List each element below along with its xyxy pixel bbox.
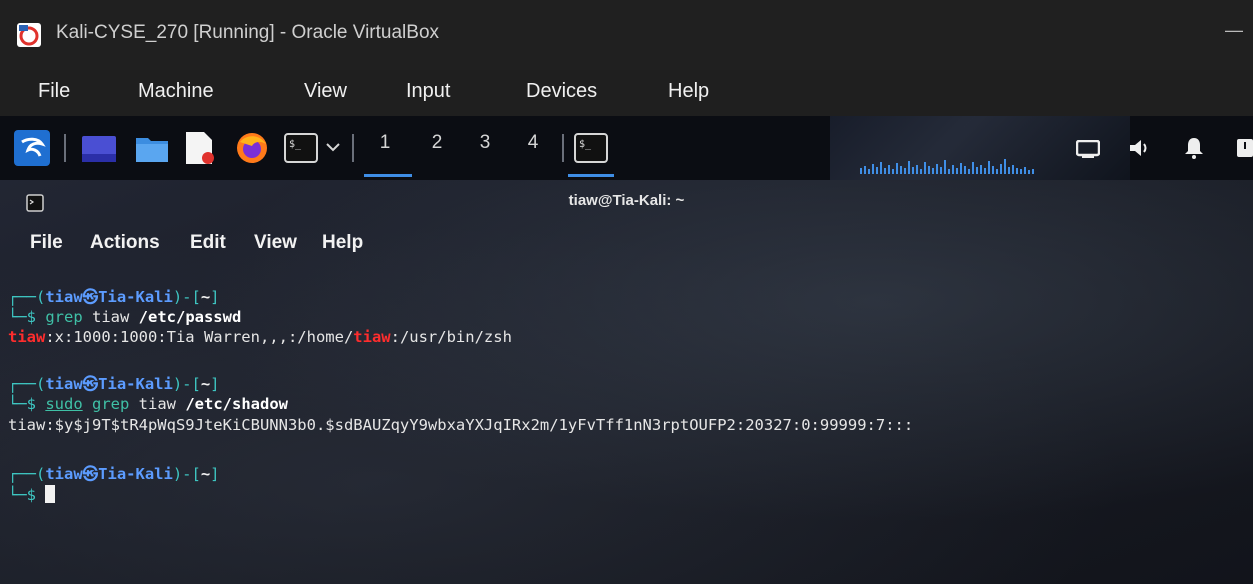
file-manager-icon[interactable] [136, 134, 168, 162]
output-line: tiaw:$y$j9T$tR4pWqS9JteKiCBUNN3b0.$sdBAU… [8, 416, 914, 434]
workspace-3[interactable]: 3 [470, 132, 500, 154]
task-active-indicator [568, 174, 614, 177]
command-line: └─$ sudo grep tiaw /etc/shadow [8, 395, 288, 414]
text-cursor [45, 485, 56, 503]
prompt-frame: ┌──( [8, 375, 46, 393]
firefox-icon[interactable] [236, 132, 268, 164]
menu-input[interactable]: Input [406, 80, 450, 103]
prompt-line: ┌──(tiaw㉿Tia-Kali)-[~] [8, 465, 220, 484]
dropdown-icon[interactable] [326, 142, 340, 152]
workspace-1[interactable]: 1 [370, 132, 400, 154]
terminal-titlebar: tiaw@Tia-Kali: ~ [0, 180, 1253, 226]
svg-text:$_: $_ [289, 139, 302, 150]
panel-separator [64, 134, 66, 162]
prompt-host: Tia-Kali [98, 465, 173, 483]
command-args: tiaw [82, 308, 139, 326]
virtualbox-logo-icon [17, 23, 41, 47]
prompt-arrow: └─$ [8, 308, 46, 326]
panel-separator [562, 134, 564, 162]
prompt-dir: ~ [200, 288, 211, 306]
workspace-2[interactable]: 2 [422, 132, 452, 154]
command-args: tiaw [129, 395, 186, 413]
prompt-at-symbol: ㉿ [82, 375, 99, 393]
window-title: Kali-CYSE_270 [Running] - Oracle Virtual… [56, 22, 440, 43]
terminal-menu-actions[interactable]: Actions [90, 232, 160, 254]
command-target: /etc/shadow [185, 395, 288, 413]
cpu-graph-icon [860, 159, 1034, 174]
command-sudo: sudo [45, 395, 83, 413]
terminal-menu-view[interactable]: View [254, 232, 297, 254]
terminal-window: tiaw@Tia-Kali: ~ File Actions Edit View … [0, 180, 1253, 584]
output-text: :x:1000:1000:Tia Warren,,,:/home/ [45, 328, 354, 346]
prompt-frame: )-[ [172, 375, 201, 393]
volume-icon[interactable] [1128, 138, 1152, 158]
command-program: grep [45, 308, 83, 326]
terminal-icon[interactable]: $_ [284, 133, 318, 163]
terminal-menu-file[interactable]: File [30, 232, 63, 254]
workspace-active-indicator [364, 174, 412, 177]
desktop-icon[interactable] [82, 136, 116, 162]
prompt-at-symbol: ㉿ [82, 465, 99, 483]
grep-match: tiaw [353, 328, 391, 346]
kali-menu-icon[interactable] [14, 130, 50, 166]
output-text: :/usr/bin/zsh [390, 328, 512, 346]
terminal-task-icon[interactable]: $_ [574, 133, 608, 163]
prompt-arrow: └─$ [8, 395, 46, 413]
prompt-line: ┌──(tiaw㉿Tia-Kali)-[~] [8, 288, 220, 307]
prompt-dir: ~ [200, 465, 211, 483]
text-editor-icon[interactable] [186, 132, 216, 164]
menu-machine[interactable]: Machine [138, 80, 214, 103]
vbox-titlebar: Kali-CYSE_270 [Running] - Oracle Virtual… [0, 0, 1253, 70]
power-icon[interactable] [1236, 137, 1253, 159]
svg-text:$_: $_ [579, 139, 592, 150]
terminal-menubar: File Actions Edit View Help [0, 226, 1253, 262]
command-program: grep [92, 395, 130, 413]
prompt-frame: ┌──( [8, 288, 46, 306]
minimize-button[interactable]: — [1225, 20, 1243, 41]
terminal-output[interactable]: ┌──(tiaw㉿Tia-Kali)-[~] └─$ grep tiaw /et… [8, 288, 1248, 573]
menu-help[interactable]: Help [668, 80, 709, 103]
prompt-user: tiaw [45, 375, 83, 393]
prompt-frame: )-[ [172, 465, 201, 483]
prompt-line: ┌──(tiaw㉿Tia-Kali)-[~] [8, 375, 220, 394]
prompt-arrow: └─$ [8, 486, 46, 504]
menu-view[interactable]: View [304, 80, 347, 103]
workspace-4[interactable]: 4 [518, 132, 548, 154]
output-line: tiaw:x:1000:1000:Tia Warren,,,:/home/tia… [8, 328, 512, 347]
kali-panel: $_ 1 2 3 4 $_ [0, 116, 1253, 180]
notification-bell-icon[interactable] [1184, 137, 1204, 159]
command-target: /etc/passwd [138, 308, 242, 326]
prompt-host: Tia-Kali [98, 288, 173, 306]
prompt-frame: )-[ [172, 288, 201, 306]
panel-separator [352, 134, 354, 162]
prompt-frame: ] [210, 375, 220, 393]
vbox-menubar: File Machine View Input Devices Help [0, 70, 1253, 116]
terminal-menu-edit[interactable]: Edit [190, 232, 226, 254]
command-line: └─$ grep tiaw /etc/passwd [8, 308, 241, 327]
prompt-dir: ~ [200, 375, 211, 393]
command-line[interactable]: └─$ [8, 485, 56, 505]
menu-file[interactable]: File [38, 80, 70, 103]
prompt-host: Tia-Kali [98, 375, 173, 393]
prompt-at-symbol: ㉿ [82, 288, 99, 306]
grep-match: tiaw [8, 328, 46, 346]
terminal-title: tiaw@Tia-Kali: ~ [568, 192, 685, 209]
prompt-user: tiaw [45, 465, 83, 483]
display-icon[interactable] [1076, 140, 1100, 158]
prompt-frame: ┌──( [8, 465, 46, 483]
menu-devices[interactable]: Devices [526, 80, 597, 103]
prompt-frame: ] [210, 465, 220, 483]
prompt-user: tiaw [45, 288, 83, 306]
prompt-frame: ] [210, 288, 220, 306]
terminal-menu-help[interactable]: Help [322, 232, 363, 254]
